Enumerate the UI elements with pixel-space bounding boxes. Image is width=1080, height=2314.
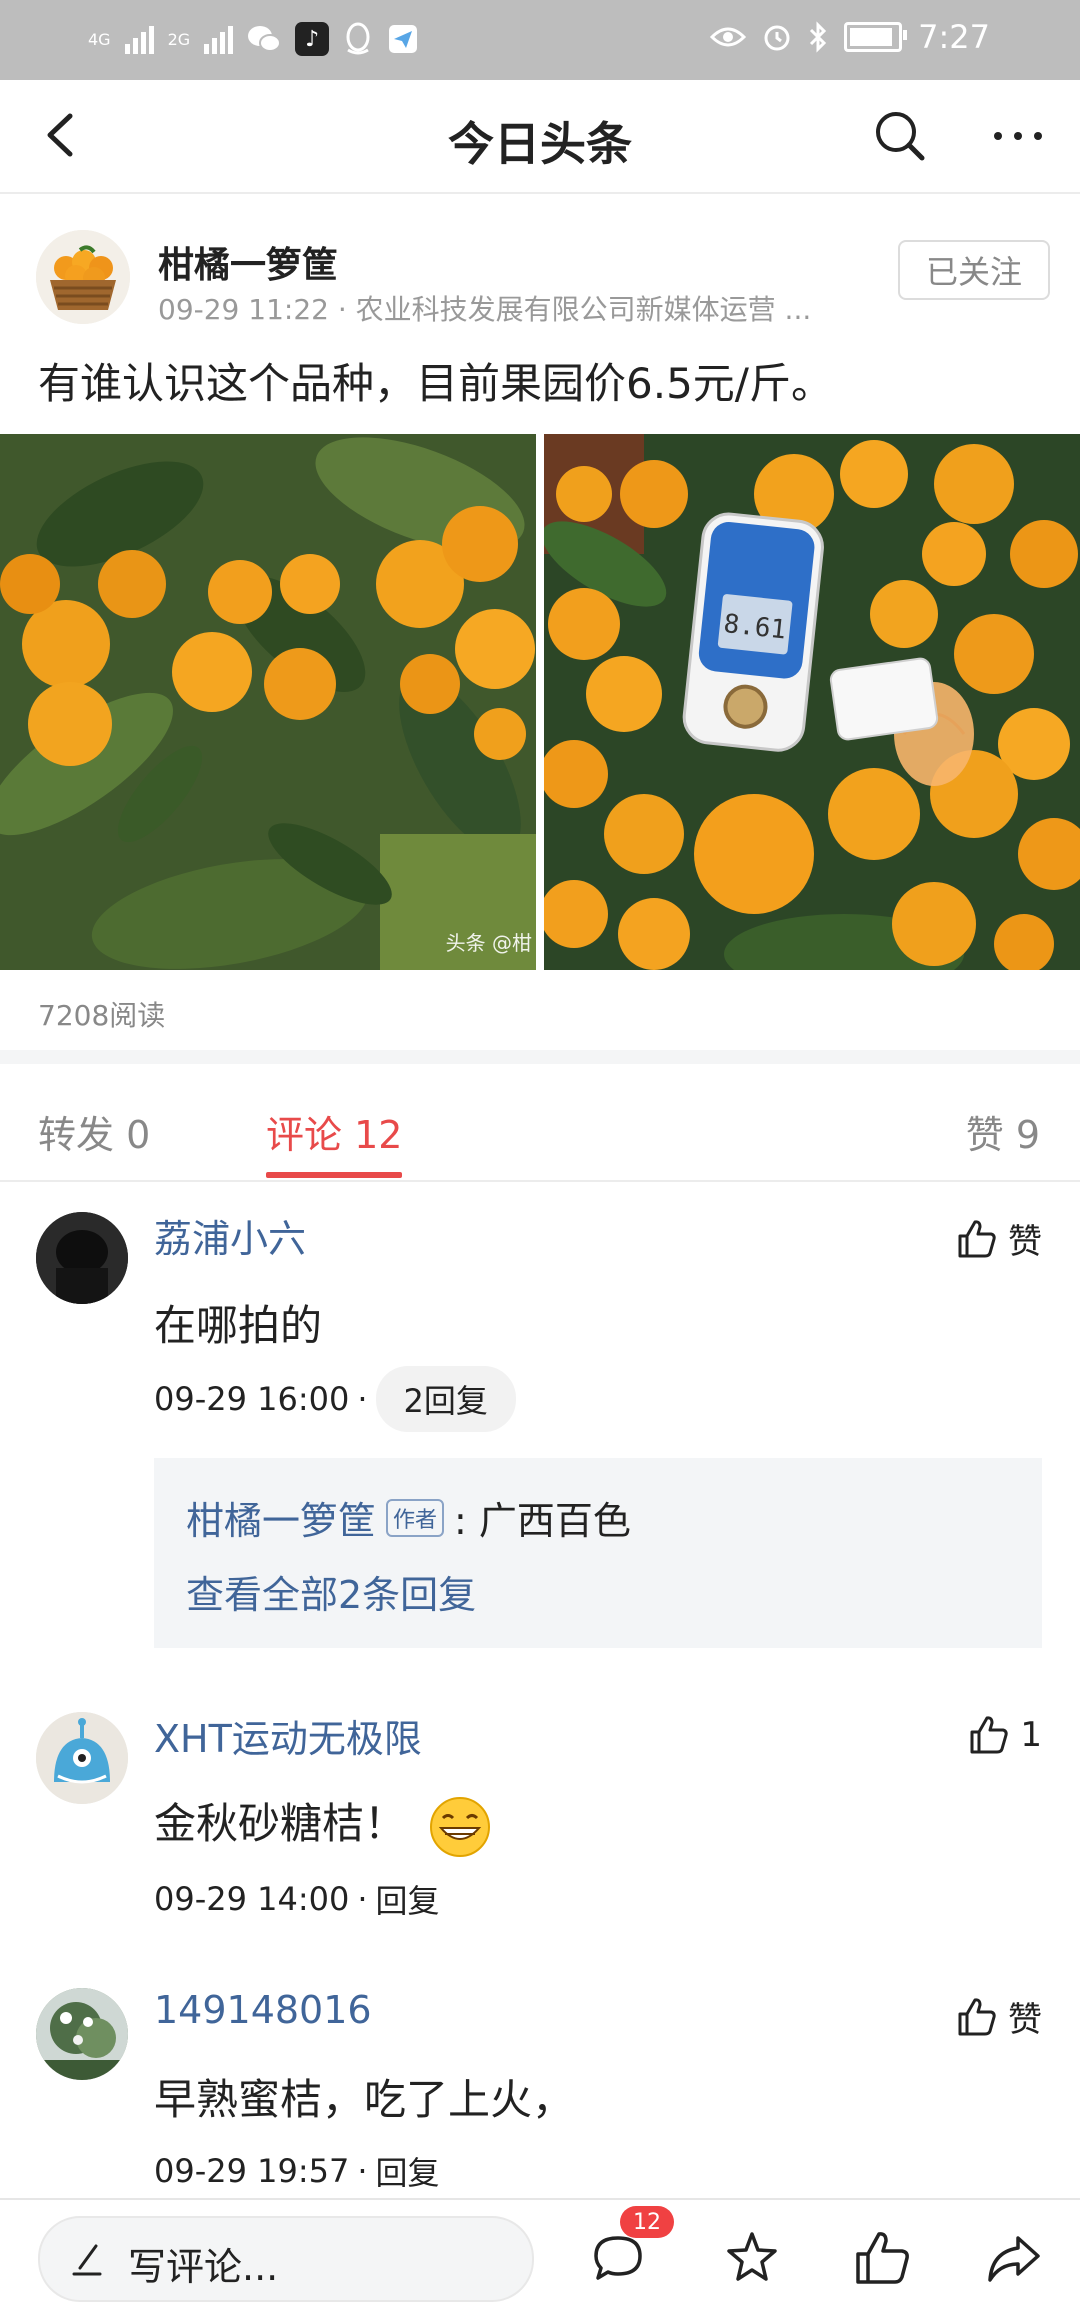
tab-comments[interactable]: 评论 12 (266, 1104, 402, 1159)
tiktok-icon: ♪ (295, 22, 330, 56)
interaction-tabs: 转发 0 评论 12 赞 9 (0, 1064, 1080, 1182)
thumbs-up-icon (958, 1997, 996, 2035)
reply-count-button[interactable]: 2回复 (375, 1366, 516, 1432)
comment-text: 金秋砂糖桔！ (154, 1799, 407, 1848)
status-bar-left: 4G 2G ♪ (88, 22, 419, 56)
active-tab-indicator (266, 1172, 402, 1178)
section-divider (0, 1050, 1080, 1064)
network-2g-label: 2G (167, 29, 191, 49)
comment-like-label: 赞 (1008, 2000, 1042, 2040)
comment-item: 荔浦小六 赞 在哪拍的 09-29 16:00 · 2回复 柑橘一箩筐 作者 :… (0, 1180, 1080, 1680)
comment-meta: 09-29 19:57 · 回复 (154, 2148, 440, 2194)
battery-icon (844, 22, 908, 52)
comment-meta: 09-29 14:00 · 回复 (154, 1876, 440, 1922)
bluetooth-icon (810, 21, 827, 53)
commenter-avatar[interactable] (36, 1988, 128, 2080)
grin-emoji-icon (430, 1796, 491, 1857)
post-text: 有谁认识这个品种，目前果园价6.5元/斤。 (38, 359, 833, 408)
photo-watermark: 头条 @柑 (445, 931, 532, 955)
post-author-row: 柑橘一箩筐 09-29 11:22 · 农业科技发展有限公司新媒体运营 ... … (0, 192, 1080, 342)
read-count: 7208阅读 (38, 999, 166, 1032)
author-name[interactable]: 柑橘一箩筐 (158, 236, 338, 288)
network-4g-label: 4G (88, 29, 111, 49)
thumbs-up-icon (958, 1219, 996, 1257)
app-header: 今日头条 (0, 80, 1080, 194)
follow-button[interactable]: 已关注 (898, 240, 1050, 300)
comment-text: 在哪拍的 (154, 1301, 323, 1350)
meta-dot: · (357, 2152, 368, 2190)
reply-button[interactable]: 回复 (376, 2148, 440, 2194)
write-comment-input[interactable]: 写评论... (38, 2216, 534, 2302)
search-icon[interactable] (872, 108, 928, 164)
view-all-replies-link[interactable]: 查看全部2条回复 (186, 1564, 476, 1619)
comment-count-badge: 12 (620, 2206, 674, 2238)
like-thumb-icon[interactable] (852, 2228, 912, 2288)
photo-orange-tree[interactable]: 头条 @柑 (0, 434, 536, 970)
comment-time: 09-29 14:00 (154, 1880, 350, 1918)
write-comment-placeholder: 写评论... (128, 2245, 279, 2289)
signal-icon (124, 24, 154, 54)
more-options-icon[interactable] (988, 108, 1048, 164)
comment-time: 09-29 16:00 (154, 1380, 350, 1418)
reply-preview-box[interactable]: 柑橘一箩筐 作者 : 广西百色 查看全部2条回复 (154, 1458, 1042, 1648)
wechat-icon (248, 26, 282, 52)
reply-author[interactable]: 柑橘一箩筐 (186, 1490, 376, 1545)
tab-likes[interactable]: 赞 9 (966, 1104, 1040, 1159)
comment-text: 早熟蜜桔，吃了上火， (154, 2075, 575, 2124)
meta-dot: · (357, 1380, 368, 1418)
thumbs-up-icon (970, 1716, 1009, 1754)
status-bar-right: 7:27 (710, 18, 990, 56)
comment-like-button[interactable]: 1 (968, 1714, 1042, 1756)
share-icon[interactable] (984, 2228, 1044, 2288)
author-avatar[interactable] (36, 230, 130, 324)
reply-button[interactable]: 回复 (376, 1876, 440, 1922)
meta-dot: · (357, 1880, 368, 1918)
comment-item: XHT运动无极限 1 金秋砂糖桔！ 09-29 14:00 · 回复 (0, 1680, 1080, 1960)
post-meta: 09-29 11:22 · 农业科技发展有限公司新媒体运营 ... (158, 293, 812, 326)
bottom-action-bar: 写评论... 12 (0, 2198, 1080, 2314)
author-badge: 作者 (386, 1498, 445, 1537)
status-bar: 4G 2G ♪ 7:27 (0, 0, 1080, 80)
reply-text: : 广西百色 (454, 1499, 631, 1543)
signal-icon-2 (204, 24, 234, 54)
tab-repost[interactable]: 转发 0 (38, 1104, 150, 1159)
comment-like-button[interactable]: 赞 (956, 1992, 1042, 2041)
comment-like-count: 1 (1020, 1715, 1042, 1755)
comment-like-label: 赞 (1008, 1222, 1042, 1262)
reply-line: 柑橘一箩筐 作者 : 广西百色 (186, 1490, 631, 1545)
comment-like-button[interactable]: 赞 (956, 1214, 1042, 1263)
favorite-star-icon[interactable] (722, 2228, 782, 2288)
commenter-name[interactable]: 149148016 (154, 1988, 372, 2032)
pen-icon (72, 2244, 102, 2276)
alarm-icon (764, 25, 790, 51)
eye-icon (710, 27, 747, 47)
comment-item: 149148016 赞 早熟蜜桔，吃了上火， 09-29 19:57 · 回复 (0, 1956, 1080, 2196)
commenter-avatar[interactable] (36, 1212, 128, 1304)
qq-icon (346, 22, 370, 55)
commenter-name[interactable]: 荔浦小六 (154, 1208, 306, 1263)
comment-time: 09-29 19:57 (154, 2152, 350, 2190)
comment-text-row: 金秋砂糖桔！ (154, 1790, 491, 1858)
post-photos: 头条 @柑 8.61 (0, 434, 1080, 970)
photo-brix-meter[interactable]: 8.61 (544, 434, 1080, 970)
comment-meta: 09-29 16:00 · 2回复 (154, 1366, 516, 1432)
commenter-name[interactable]: XHT运动无极限 (154, 1708, 422, 1763)
status-time: 7:27 (918, 18, 990, 56)
send-icon (389, 25, 418, 53)
commenter-avatar[interactable] (36, 1712, 128, 1804)
